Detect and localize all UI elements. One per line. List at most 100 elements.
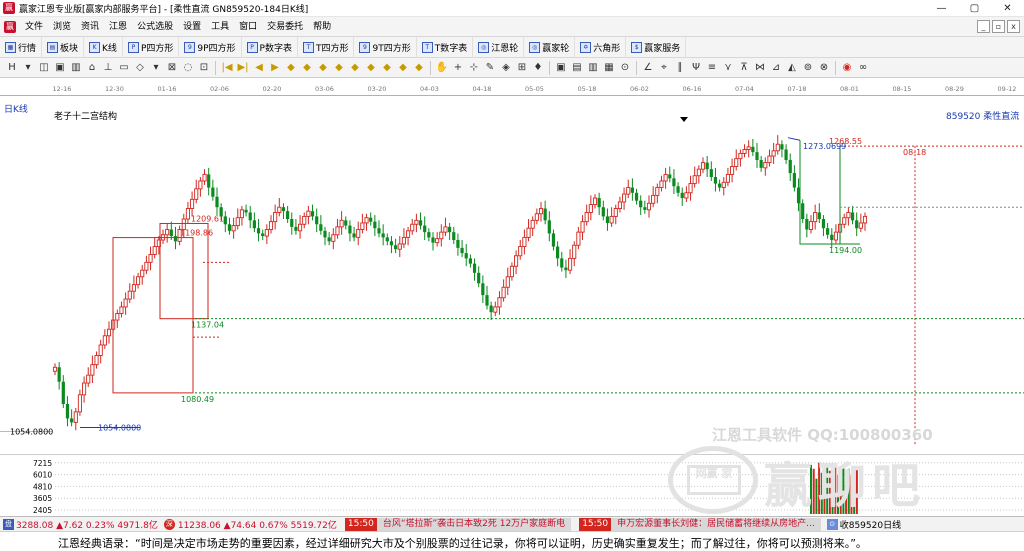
- toolbar-square-t-button[interactable]: T T四方形: [298, 36, 355, 58]
- menu-logo-icon[interactable]: 赢: [4, 20, 16, 33]
- toolbar-hexagon-button[interactable]: ✡ 六角形: [575, 36, 627, 58]
- draw-tool-icon[interactable]: ◇: [133, 61, 147, 75]
- draw-tool-icon[interactable]: ⊡: [197, 61, 211, 75]
- draw-tool-icon[interactable]: |◀: [220, 61, 234, 75]
- draw-tool-icon[interactable]: +: [451, 61, 465, 75]
- draw-tool-icon[interactable]: ⊙: [618, 61, 632, 75]
- security-code: 859520: [946, 112, 981, 122]
- draw-tool-icon[interactable]: ◌: [181, 61, 195, 75]
- draw-tool-icon[interactable]: ◆: [300, 61, 314, 75]
- toolbar-table-p-button[interactable]: P P数字表: [242, 36, 298, 58]
- draw-tool-icon[interactable]: ◆: [364, 61, 378, 75]
- close-button[interactable]: ✕: [991, 0, 1024, 17]
- toolbar-grid-button[interactable]: ▦ 行情: [0, 36, 43, 58]
- kline-chart-area[interactable]: 1268.55 1273.0699 1209.61 1198.86 1194.00 113…: [0, 96, 1024, 516]
- toolbar-table-t-button[interactable]: T T数字表: [417, 36, 474, 58]
- news-item[interactable]: 15:50 申万宏源董事长刘健：居民储蓄将继续从房地产...: [579, 517, 821, 531]
- draw-tool-icon[interactable]: ⊹: [467, 61, 481, 75]
- draw-tool-icon[interactable]: ⊚: [801, 61, 815, 75]
- draw-tool-icon[interactable]: ◆: [332, 61, 346, 75]
- draw-tool-icon[interactable]: ⊞: [515, 61, 529, 75]
- minimize-button[interactable]: —: [925, 0, 958, 17]
- menu-tools[interactable]: 工具: [206, 17, 234, 37]
- shanghai-index[interactable]: 3288.08 ▲7.62 0.23% 4971.8亿: [16, 518, 158, 531]
- draw-tool-icon[interactable]: ∞: [856, 61, 870, 75]
- draw-tool-icon[interactable]: ▦: [602, 61, 616, 75]
- menu-file[interactable]: 文件: [20, 17, 48, 37]
- toolbar-block-button[interactable]: ▤ 板块: [42, 36, 85, 58]
- mdi-minimize-button[interactable]: _: [977, 20, 990, 33]
- menu-news[interactable]: 资讯: [76, 17, 104, 37]
- draw-tool-icon[interactable]: ◆: [412, 61, 426, 75]
- maximize-button[interactable]: ▢: [958, 0, 991, 17]
- draw-tool-icon[interactable]: ◫: [37, 61, 51, 75]
- draw-tool-icon[interactable]: ✎: [483, 61, 497, 75]
- draw-tool-icon[interactable]: ▣: [53, 61, 67, 75]
- draw-tool-icon[interactable]: ▥: [586, 61, 600, 75]
- draw-tool-icon[interactable]: ∠: [641, 61, 655, 75]
- candle-body: [817, 212, 821, 220]
- toolbar-winner-wheel-button[interactable]: ◎ 赢家轮: [524, 36, 576, 58]
- draw-tool-icon[interactable]: ◭: [785, 61, 799, 75]
- draw-tool-icon[interactable]: ⊥: [101, 61, 115, 75]
- draw-tool-icon[interactable]: ⊿: [769, 61, 783, 75]
- draw-tool-icon[interactable]: ▶: [268, 61, 282, 75]
- draw-tool-icon[interactable]: ◀: [252, 61, 266, 75]
- candle-body: [73, 411, 78, 423]
- shenzhen-index[interactable]: 11238.06 ▲74.64 0.67% 5519.72亿: [178, 518, 337, 531]
- draw-tool-icon[interactable]: ◉: [840, 61, 854, 75]
- menu-formula-screener[interactable]: 公式选股: [132, 17, 178, 37]
- toolbar-square-p-button[interactable]: P P四方形: [123, 36, 180, 58]
- menu-trade-order[interactable]: 交易委托: [262, 17, 308, 37]
- draw-tool-icon[interactable]: Ψ: [689, 61, 703, 75]
- draw-tool-icon[interactable]: ▤: [570, 61, 584, 75]
- draw-tool-icon[interactable]: ◆: [396, 61, 410, 75]
- draw-tool-icon[interactable]: ▭: [117, 61, 131, 75]
- draw-tool-icon[interactable]: H: [5, 61, 19, 75]
- candle-body: [592, 197, 598, 206]
- draw-tool-icon[interactable]: ▾: [149, 61, 163, 75]
- draw-tool-icon[interactable]: ◆: [284, 61, 298, 75]
- draw-tool-icon[interactable]: ⌂: [85, 61, 99, 75]
- candle-body: [315, 216, 319, 225]
- draw-tool-icon[interactable]: ◆: [348, 61, 362, 75]
- news-headline[interactable]: 台风“塔拉斯”袭击日本致2死 12万户家庭断电: [377, 518, 571, 531]
- draw-tool-icon[interactable]: ▣: [554, 61, 568, 75]
- toolbar-kline-button[interactable]: K K线: [84, 36, 123, 58]
- draw-tool-icon[interactable]: ⊼: [737, 61, 751, 75]
- toolbar-service-button[interactable]: $ 赢家服务: [626, 36, 687, 58]
- candle-body: [501, 286, 506, 299]
- draw-tool-icon[interactable]: ▥: [69, 61, 83, 75]
- menu-help[interactable]: 帮助: [308, 17, 336, 37]
- menu-gann[interactable]: 江恩: [104, 17, 132, 37]
- draw-tool-icon[interactable]: ⋈: [753, 61, 767, 75]
- draw-tool-icon[interactable]: ◈: [499, 61, 513, 75]
- candle-body: [202, 173, 207, 182]
- news-headline[interactable]: 申万宏源董事长刘健：居民储蓄将继续从房地产...: [611, 518, 821, 531]
- toolbar-wheel-button[interactable]: ◎ 江恩轮: [473, 36, 525, 58]
- toolbar-square-9p-button[interactable]: 9 9P四方形: [179, 36, 242, 58]
- draw-tool-icon[interactable]: ∥: [673, 61, 687, 75]
- candle-body: [86, 374, 91, 384]
- draw-tool-icon[interactable]: ◆: [380, 61, 394, 75]
- toolbar-square-9t-button[interactable]: 9 9T四方形: [354, 36, 417, 58]
- draw-tool-icon[interactable]: ⋎: [721, 61, 735, 75]
- news-item[interactable]: 15:50 台风“塔拉斯”袭击日本致2死 12万户家庭断电: [344, 517, 572, 531]
- draw-tool-icon[interactable]: ✋: [435, 61, 449, 75]
- draw-tool-icon[interactable]: ◆: [316, 61, 330, 75]
- draw-tool-icon[interactable]: ≡: [705, 61, 719, 75]
- menu-browse[interactable]: 浏览: [48, 17, 76, 37]
- draw-tool-icon[interactable]: ▶|: [236, 61, 250, 75]
- menu-window[interactable]: 窗口: [234, 17, 262, 37]
- draw-tool-icon[interactable]: ⌖: [657, 61, 671, 75]
- draw-tool-icon[interactable]: ⊗: [817, 61, 831, 75]
- mdi-restore-button[interactable]: ▫: [992, 20, 1005, 33]
- draw-tool-icon[interactable]: ⊠: [165, 61, 179, 75]
- mdi-close-button[interactable]: x: [1007, 20, 1020, 33]
- draw-tool-icon[interactable]: ▾: [21, 61, 35, 75]
- menu-settings[interactable]: 设置: [178, 17, 206, 37]
- draw-tool-icon[interactable]: ♦: [531, 61, 545, 75]
- kline-chart-svg[interactable]: 1268.551273.06991209.611198.861194.00113…: [0, 96, 1024, 516]
- market-icon[interactable]: 盘: [3, 518, 14, 530]
- toolbar-separator: [215, 60, 216, 75]
